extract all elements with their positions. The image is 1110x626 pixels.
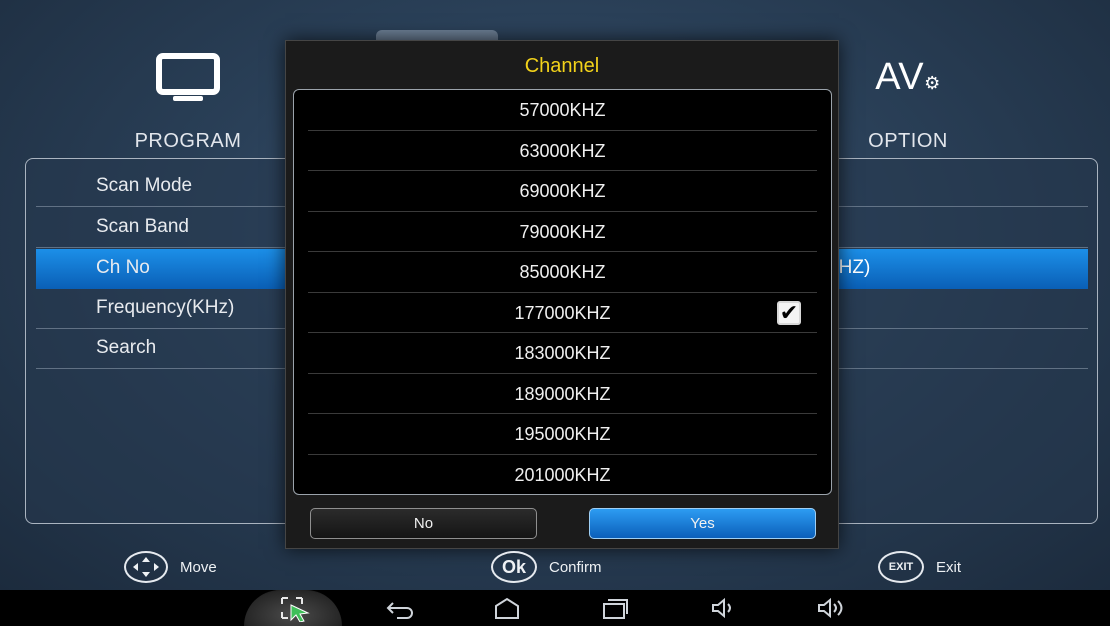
row-label: Ch No [96,257,150,278]
list-item[interactable]: 69000KHZ [308,171,817,212]
hint-exit-label: Exit [936,558,962,576]
dpad-icon [124,551,168,583]
av-settings-icon: AV⚙ [838,42,978,112]
item-label: 189000KHZ [514,383,611,404]
item-label: 201000KHZ [514,464,611,485]
yes-button[interactable]: Yes [589,508,816,539]
checkbox-checked-icon[interactable]: ✔ [777,300,801,325]
menu-option-label: OPTION [868,130,948,152]
row-label: Search [96,337,157,358]
tv-icon [118,42,258,112]
volume-up-icon[interactable] [815,594,845,622]
hint-move-label: Move [180,558,217,576]
item-label: 63000KHZ [519,140,606,161]
list-item[interactable]: 79000KHZ [308,212,817,252]
row-label: Scan Mode [96,175,193,196]
mouse-pointer-icon[interactable] [278,594,310,623]
item-label: 85000KHZ [519,262,606,282]
list-item[interactable]: 201000KHZ [308,455,817,495]
av-text: AV [875,55,925,98]
ok-icon: Ok [491,551,537,583]
hint-confirm: Ok Confirm [491,551,602,583]
item-label: 183000KHZ [514,343,611,363]
list-item[interactable]: 57000KHZ [308,90,817,131]
item-label: 79000KHZ [519,221,606,242]
row-label: Scan Band [96,216,189,237]
list-item[interactable]: 183000KHZ [308,333,817,374]
system-nav-bar [0,590,1110,626]
item-label: 195000KHZ [514,424,611,444]
list-item-selected[interactable]: 177000KHZ ✔ [308,293,817,333]
exit-icon: EXIT [878,551,924,583]
hint-move: Move [124,551,217,583]
menu-option[interactable]: AV⚙ OPTION [838,42,978,153]
list-item[interactable]: 195000KHZ [308,414,817,455]
item-label: 177000KHZ [514,302,611,323]
dialog-title: Channel [524,55,600,77]
channel-list[interactable]: 57000KHZ 63000KHZ 69000KHZ 79000KHZ 8500… [293,89,832,495]
volume-down-icon[interactable] [709,594,739,622]
menu-program-label: PROGRAM [134,130,242,152]
row-label: Frequency(KHz) [96,297,235,318]
av-gear: ⚙ [924,72,941,93]
recents-icon[interactable] [600,594,630,622]
list-item[interactable]: 63000KHZ [308,131,817,171]
back-icon[interactable] [385,594,415,622]
list-item[interactable]: 189000KHZ [308,374,817,414]
menu-program[interactable]: PROGRAM [118,42,258,153]
item-label: 57000KHZ [519,100,606,120]
hint-exit: EXIT Exit [878,551,961,583]
item-label: 69000KHZ [519,181,606,201]
channel-dialog: Channel 57000KHZ 63000KHZ 69000KHZ 79000… [285,40,839,549]
no-button[interactable]: No [310,508,537,539]
list-item[interactable]: 85000KHZ [308,252,817,293]
hint-confirm-label: Confirm [549,558,602,576]
home-icon[interactable] [492,594,522,622]
